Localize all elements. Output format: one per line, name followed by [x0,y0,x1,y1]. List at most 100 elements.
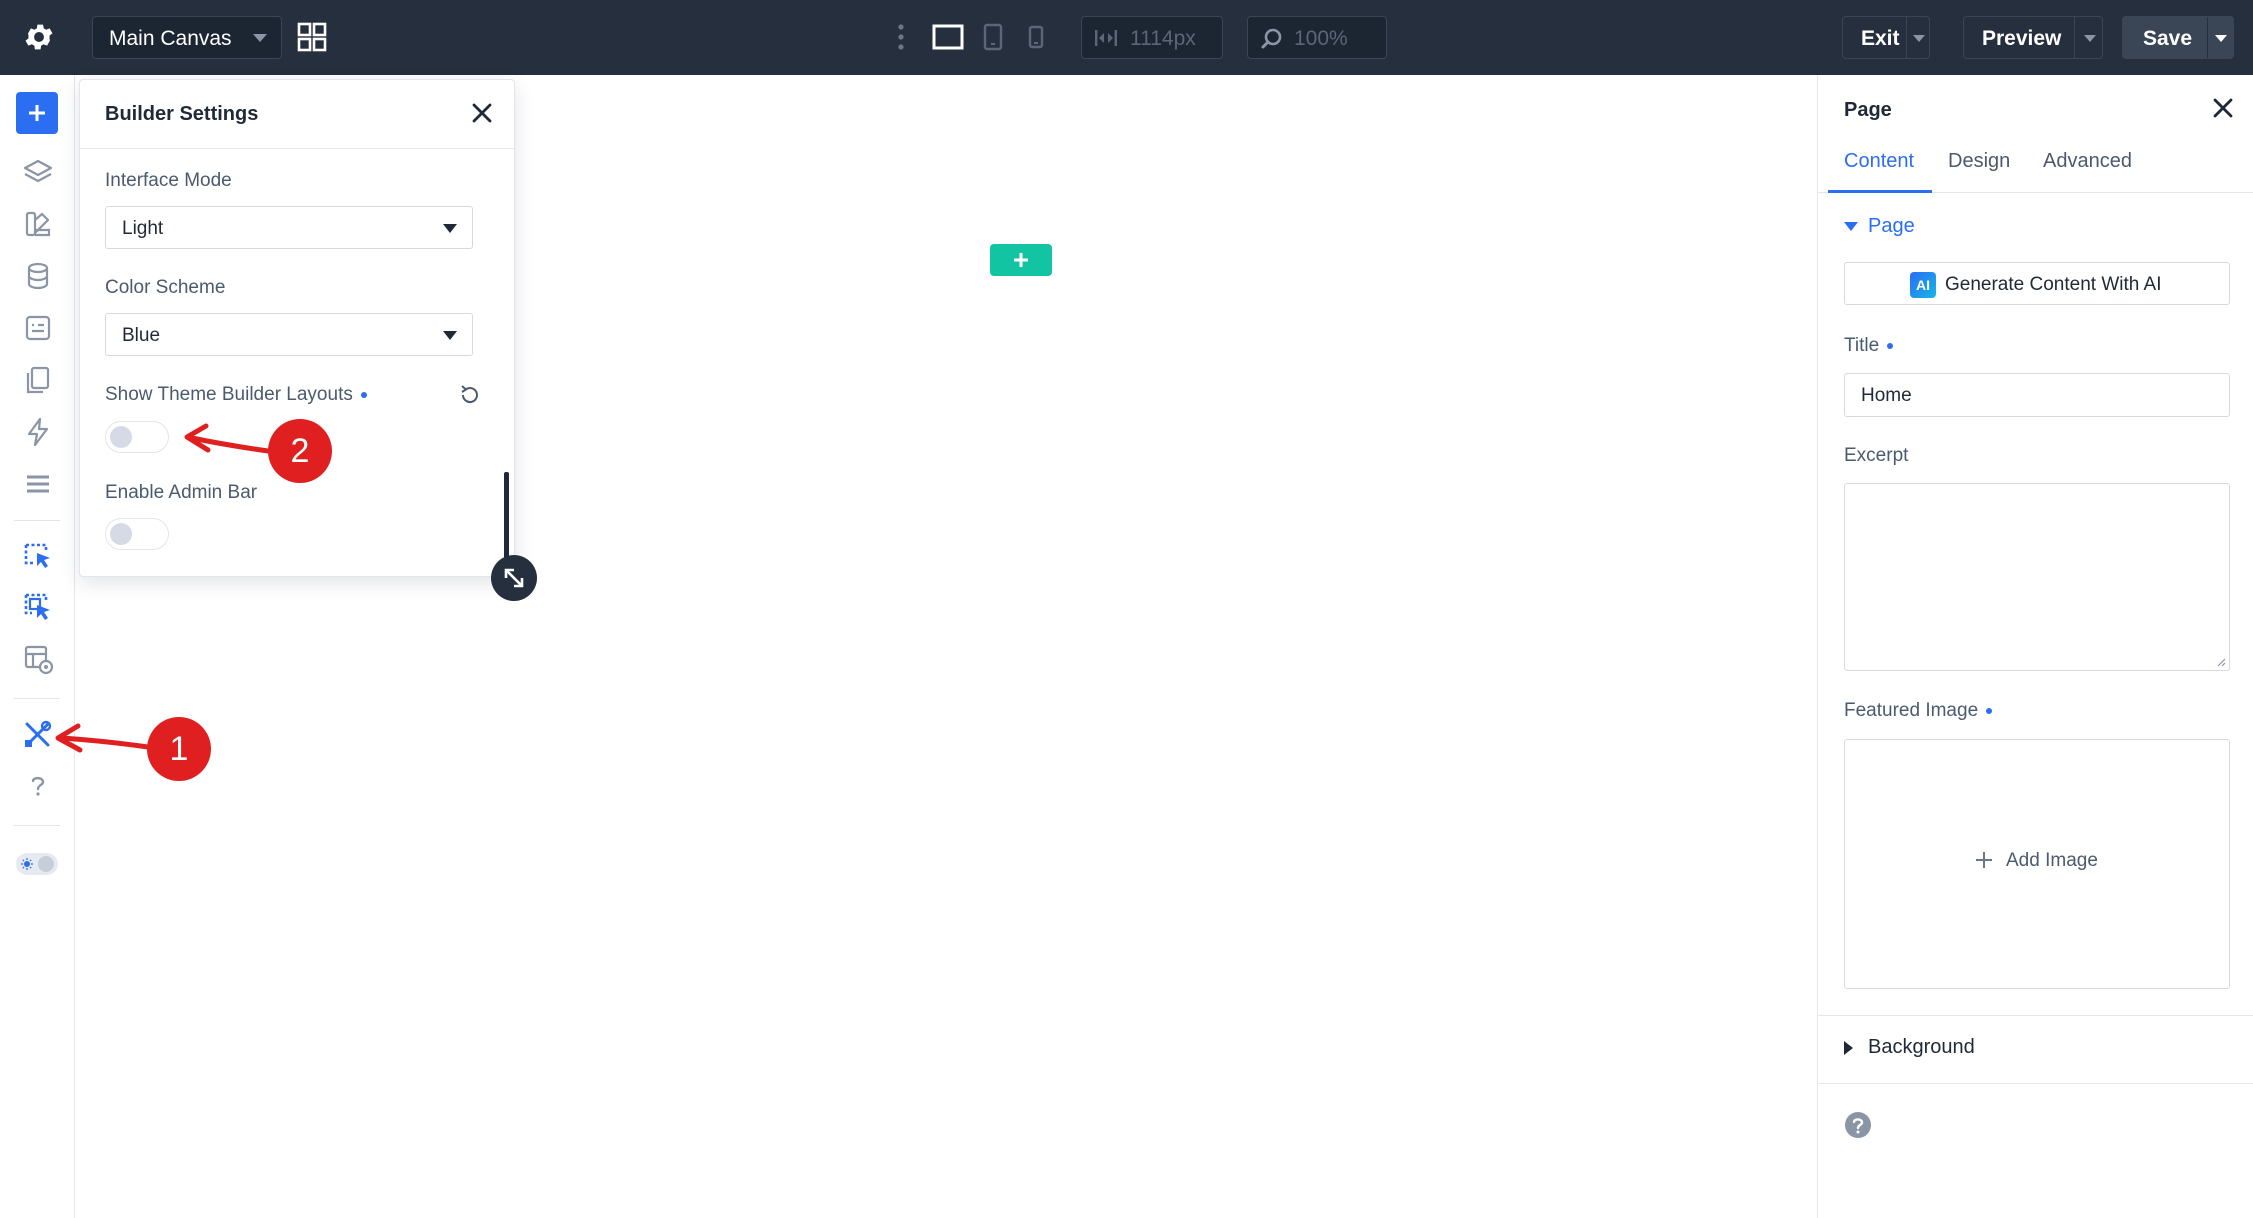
featured-image-label: Featured Image [1844,700,1993,722]
select-element-icon[interactable] [22,539,54,571]
sun-icon [21,858,33,870]
chevron-down-icon[interactable] [2215,35,2227,42]
tablet-view-icon[interactable] [982,22,1004,52]
featured-image-text: Featured Image [1844,700,1979,721]
top-toolbar: Main Canvas 1114px 100% Exit Preview Sav… [0,0,2253,75]
help-icon[interactable] [22,770,54,802]
interface-mode-value: Light [122,218,164,239]
generate-content-ai-button[interactable]: AI Generate Content With AI [1844,262,2230,305]
section-divider [1818,1015,2253,1016]
theme-builder-layouts-toggle[interactable] [105,421,169,453]
background-group-label: Background [1868,1036,1975,1058]
caret-down-icon [1844,222,1858,231]
plus-icon [1976,852,1992,868]
interface-mode-label: Interface Mode [105,170,232,191]
rail-divider [14,825,60,826]
panel-header: Builder Settings [80,80,514,149]
panel-title: Builder Settings [105,103,259,125]
theme-builder-layouts-text: Show Theme Builder Layouts [105,384,353,405]
builder-settings-panel: Builder Settings Interface Mode Light Co… [79,79,515,577]
more-vertical-icon[interactable] [896,22,906,52]
save-button[interactable]: Save [2122,16,2234,59]
rail-divider [14,698,60,699]
canvas-width-input[interactable]: 1114px [1081,16,1223,59]
ai-icon: AI [1910,272,1936,298]
grid-icon[interactable] [297,22,327,52]
toggle-knob [38,856,54,872]
plus-icon [1014,253,1028,267]
interface-mode-select[interactable]: Light [105,206,473,249]
help-circle-icon[interactable] [1844,1111,1872,1139]
theme-builder-layouts-label: Show Theme Builder Layouts [105,384,367,406]
resize-grip-icon[interactable] [2216,657,2226,667]
caret-down-icon [443,331,457,340]
canvas-width-value: 1114px [1130,27,1196,50]
pages-icon[interactable] [22,364,54,396]
form-icon[interactable] [22,312,54,344]
admin-bar-label: Enable Admin Bar [105,482,258,503]
title-field-label: Title [1844,335,1894,357]
preview-button-label: Preview [1982,27,2062,50]
title-input[interactable]: Home [1844,373,2230,417]
color-scheme-select[interactable]: Blue [105,313,473,356]
builder-settings-icon[interactable] [22,718,54,750]
zoom-input[interactable]: 100% [1247,16,1387,59]
plus-icon [29,105,45,121]
preview-layout-icon[interactable] [22,643,54,675]
phone-view-icon[interactable] [1027,22,1045,52]
canvas-selector[interactable]: Main Canvas [92,16,282,59]
preview-button[interactable]: Preview [1963,16,2103,59]
tab-content[interactable]: Content [1844,150,1914,173]
annotation-callout-2: 2 [268,419,332,483]
modified-dot [1986,707,1993,714]
modified-dot [1887,342,1894,349]
select-multiple-icon[interactable] [22,591,54,623]
color-scheme-value: Blue [122,325,161,346]
zoom-value: 100% [1294,27,1348,50]
toggle-knob [110,523,132,545]
rail-divider [14,520,60,521]
close-icon[interactable] [469,100,495,126]
chevron-down-icon[interactable] [1913,35,1925,42]
list-icon[interactable] [22,468,54,500]
admin-bar-toggle[interactable] [105,518,169,550]
caret-down-icon [443,224,457,233]
canvas-selector-label: Main Canvas [109,27,232,50]
theme-mode-toggle[interactable] [16,853,58,875]
desktop-view-icon[interactable] [932,22,964,52]
layers-icon[interactable] [22,156,54,188]
lightning-icon[interactable] [22,416,54,448]
resize-icon [504,568,524,588]
zoom-icon [1261,28,1282,49]
gear-icon[interactable] [22,20,56,54]
design-library-icon[interactable] [22,208,54,240]
save-button-label: Save [2143,27,2193,50]
modified-dot [360,391,367,398]
title-input-value: Home [1861,385,1912,406]
excerpt-field-label: Excerpt [1844,445,1909,466]
toggle-knob [110,426,132,448]
close-icon[interactable] [2210,95,2236,121]
excerpt-textarea[interactable] [1844,483,2230,671]
settings-panel-title: Page [1844,99,1892,121]
width-arrows-icon [1095,30,1117,46]
tab-design[interactable]: Design [1948,150,2010,173]
chevron-down-icon[interactable] [2084,35,2096,42]
panel-scrollbar[interactable] [504,472,509,562]
add-module-button[interactable] [16,92,58,134]
featured-image-upload[interactable]: Add Image [1844,739,2230,989]
caret-right-icon [1844,1041,1853,1055]
tab-advanced[interactable]: Advanced [2043,150,2132,173]
add-image-label: Add Image [2006,850,2098,871]
exit-button[interactable]: Exit [1842,16,1930,59]
database-icon[interactable] [22,260,54,292]
generate-content-ai-label: Generate Content With AI [1945,274,2162,295]
panel-resize-handle[interactable] [491,555,537,601]
page-settings-panel: Page Content Design Advanced Page AI Gen… [1817,75,2253,1218]
section-divider [1818,1083,2253,1084]
reset-icon[interactable] [458,383,482,407]
left-sidebar [0,75,75,1218]
color-scheme-label: Color Scheme [105,277,226,298]
add-section-button[interactable] [990,244,1052,276]
annotation-callout-1: 1 [147,717,211,781]
